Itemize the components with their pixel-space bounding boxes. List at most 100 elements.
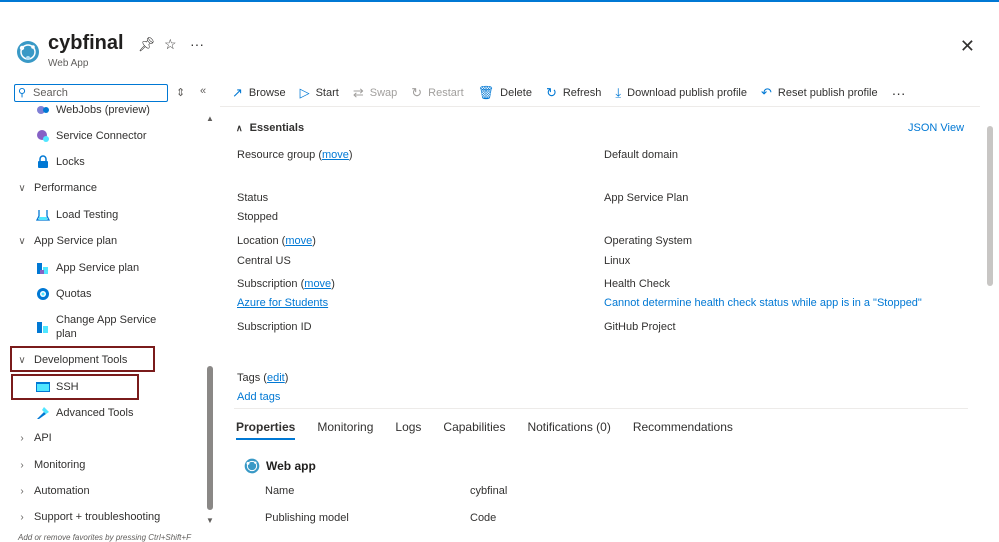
main-scrollbar-thumb[interactable] (987, 126, 993, 286)
sidebar-group-monitoring[interactable]: › Monitoring (16, 456, 85, 474)
chevron-right-icon: › (20, 459, 24, 471)
property-value: Code (470, 512, 497, 524)
location-value: Central US (237, 255, 291, 267)
os-label: Operating System (604, 235, 693, 247)
download-icon: ⤓ (615, 85, 622, 100)
sidebar-item-locks[interactable]: Locks (36, 153, 85, 171)
reset-publish-profile-button[interactable]: ↶ Reset publish profile (761, 85, 878, 101)
tab-bar: Properties Monitoring Logs Capabilities … (236, 420, 755, 440)
sidebar-item-load-testing[interactable]: Load Testing (36, 206, 118, 224)
tab-recommendations[interactable]: Recommendations (633, 420, 733, 440)
resource-group-move-link[interactable]: move (322, 149, 349, 161)
sidebar-item-change-plan-line2: plan (56, 327, 77, 341)
toolbar-more-icon[interactable]: ··· (892, 85, 906, 101)
page-subtitle: Web App (48, 58, 89, 69)
browse-icon: ↗ (232, 85, 243, 100)
toolbar-divider (220, 106, 980, 107)
collapse-icon[interactable]: « (200, 85, 206, 97)
tags-edit-link[interactable]: edit (267, 372, 285, 384)
tab-monitoring[interactable]: Monitoring (317, 420, 373, 440)
refresh-button[interactable]: ↻ Refresh (546, 85, 601, 101)
sidebar-item-label: Load Testing (56, 209, 119, 221)
sidebar-group-support[interactable]: › Support + troubleshooting (16, 508, 160, 526)
pin-icon[interactable]: 📌︎ (138, 36, 156, 53)
sidebar-scrollbar-thumb[interactable] (207, 366, 213, 510)
tab-logs[interactable]: Logs (395, 420, 421, 440)
sort-icon[interactable]: ⇕ (176, 86, 185, 99)
sidebar-item-advanced-tools[interactable]: Advanced Tools (36, 404, 133, 422)
web-app-section-header: Web app (244, 458, 316, 474)
start-button[interactable]: ▷ Start (300, 85, 339, 101)
health-check-label: Health Check (604, 278, 671, 290)
chevron-up-icon: ∧ (236, 123, 243, 133)
tab-capabilities[interactable]: Capabilities (443, 420, 505, 440)
sidebar-item-label: App Service plan (56, 262, 140, 274)
sidebar-group-automation[interactable]: › Automation (16, 482, 90, 500)
health-check-value-link[interactable]: Cannot determine health check status whi… (604, 297, 924, 309)
close-icon[interactable]: ✕ (960, 36, 975, 57)
app-service-plan-label: App Service Plan (604, 192, 689, 204)
sidebar-group-app-service-plan[interactable]: ∨ App Service plan (16, 232, 117, 250)
lock-icon (36, 155, 50, 169)
page-title: cybfinal (48, 32, 124, 54)
tab-notifications[interactable]: Notifications (0) (527, 420, 610, 440)
scroll-down-icon[interactable]: ▼ (206, 516, 214, 525)
status-value: Stopped (237, 211, 278, 223)
sidebar-item-label-2: plan (56, 328, 77, 340)
more-icon[interactable]: ··· (190, 36, 204, 52)
sidebar-group-label: Automation (34, 485, 90, 497)
subscription-value-link[interactable]: Azure for Students (237, 297, 328, 309)
subscription-label: Subscription (move) (237, 278, 335, 290)
blade-header: cybfinal Web App 📌︎ ☆ ··· ✕ (0, 0, 999, 80)
swap-icon: ⇄ (352, 85, 364, 100)
chevron-down-icon: ∨ (18, 235, 26, 247)
sidebar-group-api[interactable]: › API (16, 429, 52, 447)
download-publish-profile-button[interactable]: ⤓ Download publish profile (615, 85, 747, 101)
sidebar-item-change-plan[interactable]: Change App Service (36, 313, 156, 333)
sidebar-group-label: App Service plan (34, 235, 118, 247)
highlight-box-development-tools (10, 346, 155, 372)
json-view-link[interactable]: JSON View (908, 122, 964, 134)
chevron-down-icon: ∨ (18, 182, 26, 194)
browse-button[interactable]: ↗ Browse (232, 85, 286, 101)
sidebar-group-label: Performance (34, 182, 97, 194)
default-domain-label: Default domain (604, 149, 678, 161)
sidebar-group-label: API (34, 432, 52, 444)
swap-button[interactable]: ⇄ Swap (353, 85, 397, 101)
add-tags-link[interactable]: Add tags (237, 391, 280, 403)
sidebar-item-label: WebJobs (preview) (56, 104, 150, 116)
advanced-tools-icon (36, 406, 50, 420)
sidebar-item-label: Locks (56, 156, 85, 168)
tab-properties[interactable]: Properties (236, 420, 296, 440)
subscription-move-link[interactable]: move (304, 278, 331, 290)
search-input[interactable]: Search (14, 84, 168, 102)
quotas-icon (36, 287, 50, 301)
sidebar-item-service-connector[interactable]: Service Connector (36, 127, 147, 145)
scroll-up-icon[interactable]: ▲ (206, 114, 214, 123)
command-bar: ↗ Browse ▷ Start ⇄ Swap ↻ Restart 🗑︎ Delete ↻… (232, 82, 906, 104)
sidebar-group-label: Support + troubleshooting (34, 511, 161, 523)
sidebar-group-performance[interactable]: ∨ Performance (16, 179, 97, 197)
property-name: Publishing model (265, 512, 349, 524)
status-label: Status (237, 192, 269, 204)
subscription-id-label: Subscription ID (237, 321, 312, 333)
reset-icon: ↶ (761, 85, 772, 100)
location-move-link[interactable]: move (285, 235, 312, 247)
highlight-box-ssh (11, 374, 139, 400)
delete-button[interactable]: 🗑︎ Delete (478, 85, 532, 101)
restart-button[interactable]: ↻ Restart (411, 85, 463, 101)
sidebar-item-quotas[interactable]: Quotas (36, 285, 91, 303)
web-app-icon (244, 458, 260, 474)
resource-group-label: Resource group (move) (237, 149, 353, 161)
star-icon[interactable]: ☆ (164, 36, 177, 53)
play-icon: ▷ (299, 85, 310, 100)
chevron-right-icon: › (20, 485, 24, 497)
sidebar-item-app-service-plan[interactable]: App Service plan (36, 259, 139, 277)
sidebar-group-label: Monitoring (34, 459, 86, 471)
webjobs-icon (36, 104, 50, 117)
sidebar-item-webjobs[interactable]: WebJobs (preview) (36, 104, 150, 119)
sidebar-nav: WebJobs (preview) Service Connector Lock… (0, 104, 204, 542)
essentials-header[interactable]: ∧ Essentials (236, 122, 304, 134)
sidebar-item-label: Advanced Tools (56, 407, 134, 419)
load-testing-icon (36, 208, 50, 222)
